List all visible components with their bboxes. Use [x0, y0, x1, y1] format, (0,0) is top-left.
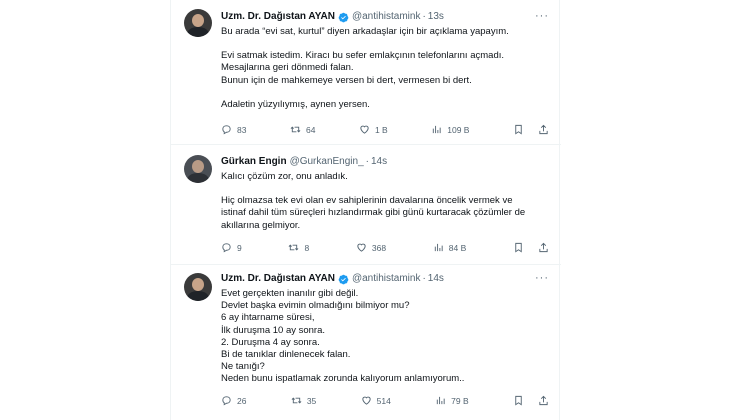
verified-badge-icon	[338, 274, 349, 284]
reply-icon	[222, 125, 231, 135]
author-name[interactable]: Uzm. Dr. Dağıstan AYAN	[221, 10, 335, 24]
reply-button[interactable]: 9	[221, 242, 242, 253]
avatar[interactable]	[184, 155, 212, 183]
timestamp[interactable]: 14s	[428, 272, 444, 286]
tweet-line: istinaf dahil tüm süreçleri hızlandırmak…	[221, 207, 526, 219]
separator-dot: ·	[365, 156, 369, 167]
tweet-line: Hiç olmazsa tek evi olan ev sahiplerinin…	[221, 195, 513, 207]
views-button[interactable]: 79 B	[435, 395, 469, 406]
tweet-text: Bu arada “evi sat, kurtul” diyen arkadaş…	[221, 26, 549, 111]
retweet-count: 8	[304, 242, 310, 253]
views-icon	[436, 396, 445, 405]
tweet-text: Evet gerçekten inanılır gibi değil. Devl…	[221, 288, 549, 386]
tweet-line: Mesajlarına geri dönmedi falan.	[221, 62, 354, 74]
views-button[interactable]: 84 B	[433, 242, 467, 253]
tweet[interactable]: Uzm. Dr. Dağıstan AYAN @antihistamink · …	[171, 0, 561, 145]
tweet-line: Bunun için de mahkemeye versen bi dert, …	[221, 74, 472, 86]
tweet-thread: Uzm. Dr. Dağıstan AYAN @antihistamink · …	[170, 0, 561, 420]
author-name[interactable]: Gürkan Engin	[221, 155, 287, 169]
like-count: 514	[376, 395, 391, 406]
tweet-line: Adaletin yüzyılıymış, aynen yersen.	[221, 98, 370, 110]
tweet-line: Neden bunu ispatlamak zorunda kalıyorum …	[221, 373, 465, 385]
reply-icon	[222, 243, 231, 253]
views-icon	[434, 243, 443, 252]
like-button[interactable]: 514	[361, 395, 391, 406]
tweet-line: Evet gerçekten inanılır gibi değil.	[221, 288, 359, 299]
verified-badge-icon	[338, 12, 349, 22]
like-count: 1 B	[374, 124, 388, 135]
reply-button[interactable]: 26	[221, 395, 246, 406]
author-name[interactable]: Uzm. Dr. Dağıstan AYAN	[221, 272, 335, 286]
reply-button[interactable]: 83	[221, 124, 246, 135]
tweet[interactable]: Uzm. Dr. Dağıstan AYAN @antihistamink · …	[171, 265, 561, 420]
tweet-header: Uzm. Dr. Dağıstan AYAN @antihistamink · …	[221, 10, 549, 24]
bookmark-icon[interactable]	[513, 242, 524, 253]
tweet-actions: 83 64 1 B 109 B	[221, 124, 549, 135]
retweet-button[interactable]: 35	[291, 395, 316, 406]
avatar[interactable]	[184, 9, 212, 37]
separator-dot: ·	[422, 11, 426, 22]
tweet-actions: 9 8 368 84 B	[221, 242, 549, 253]
like-icon	[360, 125, 369, 134]
timestamp[interactable]: 14s	[371, 155, 387, 169]
reply-count: 83	[237, 124, 247, 135]
views-button[interactable]: 109 B	[431, 124, 469, 135]
tweet-line: Evi satmak istedim. Kiracı bu sefer emla…	[221, 50, 505, 62]
more-icon[interactable]: ···	[535, 10, 549, 22]
retweet-count: 35	[306, 395, 317, 406]
tweet-actions-right	[513, 395, 549, 406]
like-count: 368	[371, 242, 387, 253]
tweet-line: Devlet başka evimin olmadığını bilmiyor …	[221, 300, 410, 312]
tweet-actions-right	[513, 242, 549, 253]
retweet-button[interactable]: 8	[288, 242, 309, 253]
like-icon	[361, 396, 371, 405]
reply-count: 26	[237, 395, 247, 406]
tweet-content: Gürkan Engin @GurkanEngin_ · 14s Kalıcı …	[221, 155, 549, 232]
share-icon[interactable]	[538, 124, 549, 135]
tweet[interactable]: Gürkan Engin @GurkanEngin_ · 14s Kalıcı …	[171, 145, 561, 265]
views-count: 79 B	[451, 395, 469, 406]
like-icon	[357, 243, 366, 252]
author-handle[interactable]: @antihistamink	[352, 10, 421, 24]
tweet-line: akıllarına gelmiyor.	[221, 219, 301, 231]
tweet-content: Uzm. Dr. Dağıstan AYAN @antihistamink · …	[221, 10, 549, 111]
views-count: 84 B	[448, 242, 467, 253]
tweet-line: Bi de tanıklar dinlenecek falan.	[221, 349, 351, 361]
author-handle[interactable]: @antihistamink	[352, 272, 421, 286]
share-icon[interactable]	[538, 242, 549, 253]
tweet-header: Uzm. Dr. Dağıstan AYAN @antihistamink · …	[221, 272, 549, 286]
tweet-line: 6 ay ihtarname süresi,	[221, 312, 315, 324]
retweet-count: 64	[305, 124, 316, 135]
like-button[interactable]: 368	[356, 242, 386, 253]
retweet-icon	[289, 244, 299, 251]
tweet-line: Kalıcı çözüm zor, onu anladık.	[221, 171, 348, 182]
tweet-text: Kalıcı çözüm zor, onu anladık. Hiç olmaz…	[221, 171, 549, 232]
share-icon[interactable]	[538, 395, 549, 406]
tweet-actions: 26 35 514 79 B	[221, 395, 549, 406]
reply-icon	[222, 396, 231, 406]
bookmark-icon[interactable]	[513, 395, 524, 406]
retweet-button[interactable]: 64	[290, 124, 315, 135]
tweet-line: Ne tanığı?	[221, 361, 265, 373]
retweet-icon	[290, 126, 301, 133]
tweet-line: Bu arada “evi sat, kurtul” diyen arkadaş…	[221, 26, 509, 37]
like-button[interactable]: 1 B	[359, 124, 388, 135]
separator-dot: ·	[422, 273, 426, 284]
tweet-header: Gürkan Engin @GurkanEngin_ · 14s	[221, 155, 549, 169]
author-handle[interactable]: @GurkanEngin_	[290, 155, 364, 169]
tweet-content: Uzm. Dr. Dağıstan AYAN @antihistamink · …	[221, 272, 549, 386]
bookmark-icon[interactable]	[513, 124, 524, 135]
views-count: 109 B	[447, 124, 470, 135]
timestamp[interactable]: 13s	[428, 10, 444, 24]
tweet-line: 2. Duruşma 4 ay sonra.	[221, 336, 320, 348]
tweet-actions-right	[513, 124, 549, 135]
more-icon[interactable]: ···	[535, 272, 549, 284]
tweet-line: İlk duruşma 10 ay sonra.	[221, 324, 326, 336]
avatar[interactable]	[184, 273, 212, 301]
retweet-icon	[291, 397, 302, 404]
reply-count: 9	[237, 242, 242, 253]
views-icon	[433, 125, 441, 134]
